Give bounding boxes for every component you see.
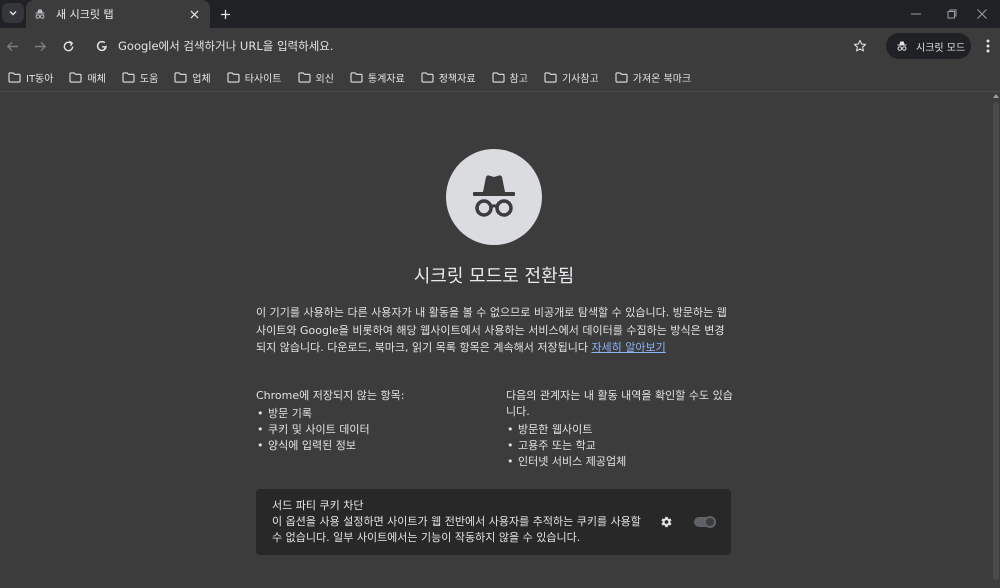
tab-search-button[interactable]	[2, 3, 24, 23]
bookmark-folder[interactable]: IT동아	[4, 67, 57, 89]
page-title: 시크릿 모드로 전환됨	[413, 266, 575, 287]
window-close-button[interactable]	[962, 0, 1000, 28]
search-input[interactable]: Google에서 검색하거나 URL을 입력하세요.	[118, 38, 334, 54]
folder-icon	[350, 72, 363, 83]
minimize-icon	[911, 13, 921, 15]
folder-icon	[227, 72, 240, 83]
bookmark-label: 매체	[87, 74, 106, 85]
close-icon	[977, 9, 987, 19]
google-g-icon	[96, 40, 107, 52]
cookie-card-description: 이 옵션을 사용 설정하면 사이트가 웹 전반에서 사용자를 추적하는 쿠키를 …	[272, 515, 641, 544]
incognito-icon	[897, 41, 907, 51]
incognito-profile-button[interactable]: 시크릿 모드	[886, 33, 971, 59]
profile-label: 시크릿 모드	[916, 42, 966, 54]
bookmark-folder[interactable]: 외신	[294, 67, 338, 89]
bookmark-label: 도움	[139, 74, 159, 85]
scroll-up-arrow-icon[interactable]	[993, 94, 999, 98]
incognito-hero-icon	[446, 149, 542, 245]
bookmark-label: 외신	[315, 74, 334, 85]
minimize-button[interactable]	[896, 0, 936, 28]
list-item: 양식에 입력된 정보	[256, 438, 486, 454]
bookmark-label: 참고	[509, 74, 528, 85]
toolbar: Google에서 검색하거나 URL을 입력하세요. 시크릿 모드	[0, 28, 1000, 64]
folder-icon	[8, 72, 21, 83]
star-icon	[853, 39, 867, 52]
learn-more-link[interactable]: 자세히 알아보기	[591, 341, 665, 354]
incognito-icon	[473, 175, 515, 217]
cookie-block-toggle[interactable]	[694, 516, 716, 528]
bookmark-label: 가져온 북마크	[632, 74, 692, 85]
visible-to-section: 다음의 관계자는 내 활동 내역을 확인할 수도 있습니다. 방문한 웹사이트 …	[506, 388, 736, 470]
folder-icon	[544, 72, 557, 83]
incognito-ntp: 시크릿 모드로 전환됨 이 기기를 사용하는 다른 사용자가 내 활동을 볼 수…	[0, 92, 992, 588]
list-item: 쿠키 및 사이트 데이터	[256, 422, 486, 438]
reload-button[interactable]	[56, 34, 80, 58]
tab-title: 새 시크릿 탭	[56, 8, 114, 21]
scrollbar[interactable]	[992, 92, 1000, 588]
bookmark-label: IT동아	[26, 74, 54, 85]
folder-icon	[615, 72, 628, 83]
cookie-card-title: 서드 파티 쿠키 차단	[272, 499, 364, 512]
bookmark-folder[interactable]: 통계자료	[346, 67, 409, 89]
incognito-icon	[35, 9, 45, 19]
tab-incognito[interactable]: 새 시크릿 탭	[26, 0, 210, 28]
bookmark-folder[interactable]: 타사이트	[223, 67, 286, 89]
close-icon	[189, 9, 199, 19]
bookmark-label: 타사이트	[244, 74, 282, 85]
incognito-description: 이 기기를 사용하는 다른 사용자가 내 활동을 볼 수 없으므로 비공개로 탐…	[256, 304, 732, 357]
bookmark-folder[interactable]: 업체	[170, 67, 214, 89]
bookmarks-bar: IT동아 매체 도움 업체 타사이트 외신 통계자료 정책자료 참고 기사참고 가져온 북마크	[0, 64, 1000, 92]
list-item: 인터넷 서비스 제공업체	[506, 454, 736, 470]
scroll-thumb[interactable]	[993, 102, 999, 580]
third-party-cookie-card: 서드 파티 쿠키 차단 이 옵션을 사용 설정하면 사이트가 웹 전반에서 사용…	[256, 489, 731, 555]
bookmark-label: 기사참고	[561, 74, 599, 85]
not-saved-list: 방문 기록 쿠키 및 사이트 데이터 양식에 입력된 정보	[256, 406, 486, 454]
bookmark-folder[interactable]: 기사참고	[540, 67, 603, 89]
visible-to-title: 다음의 관계자는 내 활동 내역을 확인할 수도 있습니다.	[506, 389, 733, 418]
toggle-knob	[704, 516, 716, 528]
reload-icon	[63, 40, 73, 51]
folder-icon	[174, 72, 187, 83]
bookmark-folder[interactable]: 매체	[65, 67, 109, 89]
forward-button[interactable]	[28, 34, 52, 58]
bookmark-label: 업체	[192, 74, 211, 85]
not-saved-section: Chrome에 저장되지 않는 항목: 방문 기록 쿠키 및 사이트 데이터 양…	[256, 388, 486, 454]
restore-icon	[947, 9, 957, 19]
arrow-left-icon	[6, 41, 18, 51]
back-button[interactable]	[0, 34, 24, 58]
address-bar[interactable]: Google에서 검색하거나 URL을 입력하세요.	[86, 32, 882, 60]
tab-close-button[interactable]	[184, 4, 204, 24]
folder-icon	[69, 72, 83, 83]
bookmark-folder[interactable]: 가져온 북마크	[611, 67, 695, 89]
bookmark-folder[interactable]: 참고	[488, 67, 532, 89]
bookmark-folder[interactable]: 도움	[118, 67, 162, 89]
folder-icon	[297, 72, 311, 83]
gear-icon	[661, 516, 672, 528]
new-tab-button[interactable]	[214, 3, 236, 25]
arrow-right-icon	[34, 41, 46, 51]
folder-icon	[491, 72, 505, 83]
chevron-down-icon	[9, 11, 17, 16]
plus-icon	[220, 9, 230, 19]
list-item: 고용주 또는 학교	[506, 438, 736, 454]
bookmark-folder[interactable]: 정책자료	[417, 67, 480, 89]
not-saved-title: Chrome에 저장되지 않는 항목:	[256, 389, 405, 402]
bookmark-star-button[interactable]	[848, 34, 872, 58]
bookmark-label: 통계자료	[367, 74, 405, 85]
folder-icon	[122, 72, 135, 83]
folder-icon	[421, 72, 434, 83]
visible-to-list: 방문한 웹사이트 고용주 또는 학교 인터넷 서비스 제공업체	[506, 422, 736, 470]
cookie-settings-button[interactable]	[658, 514, 674, 530]
list-item: 방문 기록	[256, 406, 486, 422]
bookmark-label: 정책자료	[438, 74, 476, 85]
list-item: 방문한 웹사이트	[506, 422, 736, 438]
menu-button[interactable]	[976, 34, 1000, 58]
tab-strip: 새 시크릿 탭	[0, 0, 1000, 28]
kebab-menu-icon	[986, 39, 990, 53]
